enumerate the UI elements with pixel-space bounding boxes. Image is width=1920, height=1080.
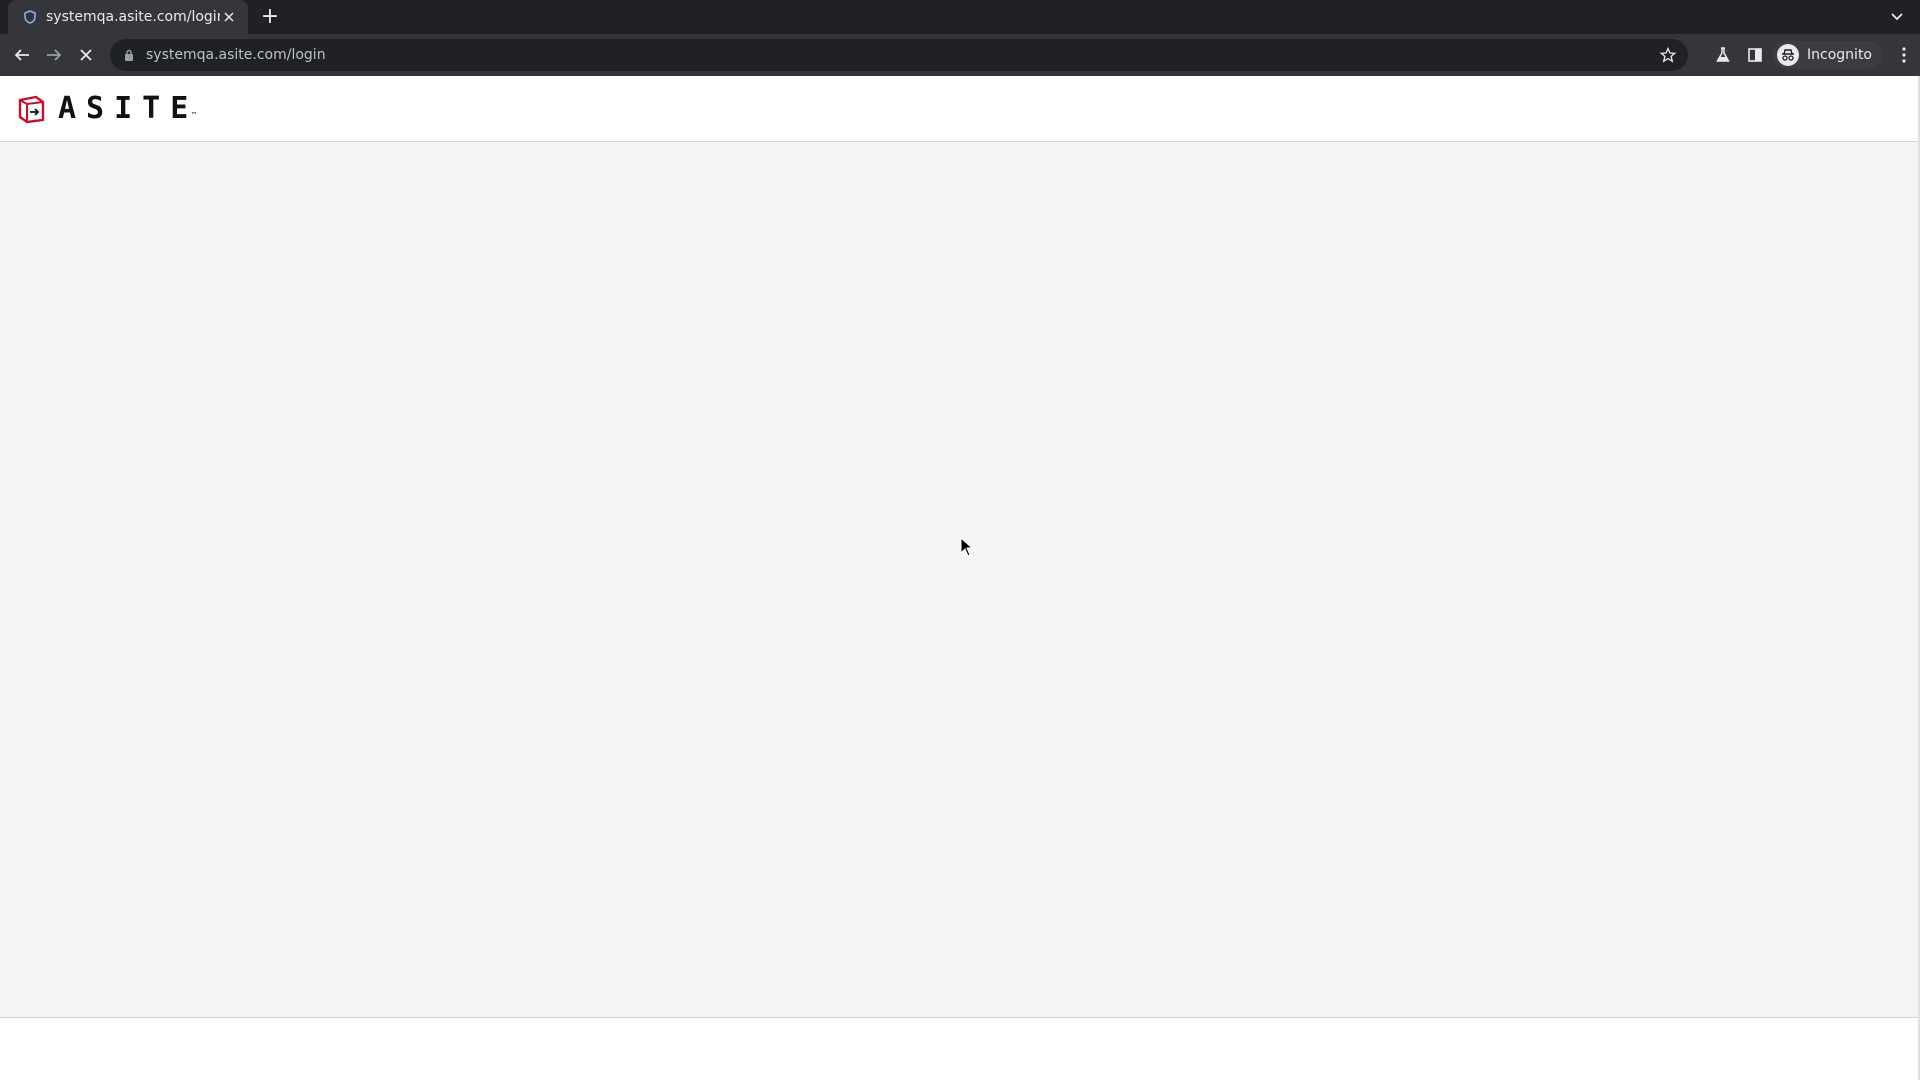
bookmark-star-icon[interactable] xyxy=(1656,43,1680,67)
back-arrow-icon[interactable] xyxy=(6,39,38,71)
trademark-mark: ™ xyxy=(190,111,198,119)
incognito-icon xyxy=(1777,44,1800,66)
labs-flask-icon[interactable] xyxy=(1707,39,1739,71)
asite-logo-icon[interactable] xyxy=(16,94,46,124)
more-menu-icon[interactable] xyxy=(1888,39,1920,71)
site-footer xyxy=(0,1017,1920,1080)
browser-tab[interactable]: systemqa.asite.com/login xyxy=(8,0,248,34)
new-tab-button[interactable]: + xyxy=(258,5,282,29)
incognito-label: Incognito xyxy=(1807,47,1872,63)
tab-title: systemqa.asite.com/login xyxy=(46,9,220,25)
side-panel-icon[interactable] xyxy=(1739,39,1771,71)
stop-loading-icon[interactable] xyxy=(70,39,102,71)
site-header: ASITE ™ xyxy=(0,76,1920,142)
browser-tab-strip: systemqa.asite.com/login + xyxy=(0,0,1920,34)
tab-loading-icon xyxy=(22,9,38,25)
forward-arrow-icon[interactable] xyxy=(38,39,70,71)
tab-close-icon[interactable] xyxy=(220,8,238,26)
browser-toolbar: systemqa.asite.com/login Incognito xyxy=(0,34,1920,76)
chevron-down-icon[interactable] xyxy=(1886,6,1908,28)
address-bar[interactable]: systemqa.asite.com/login xyxy=(110,39,1688,71)
lock-icon[interactable] xyxy=(122,48,136,62)
mouse-pointer-icon xyxy=(960,537,974,557)
toolbar-actions: Incognito xyxy=(1707,34,1920,76)
incognito-profile-button[interactable]: Incognito xyxy=(1773,41,1882,69)
page-content-area xyxy=(0,142,1920,1017)
url-text: systemqa.asite.com/login xyxy=(146,47,326,63)
brand-name: ASITE xyxy=(58,91,199,126)
